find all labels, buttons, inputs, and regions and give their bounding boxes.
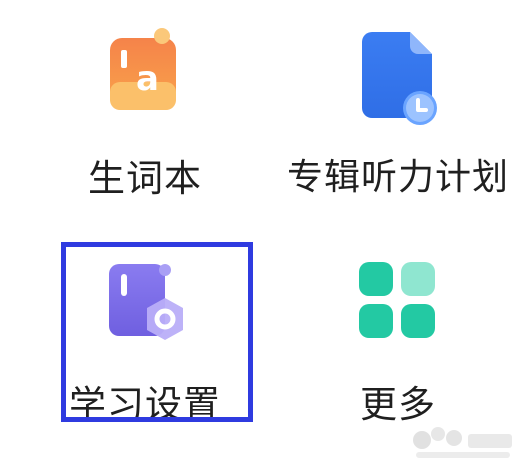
watermark-logo <box>413 427 512 458</box>
album-listening-plan-tile[interactable]: 专辑听力计划 <box>278 20 518 220</box>
vocabulary-book-tile[interactable]: a 生词本 <box>25 20 265 220</box>
vocabulary-book-label: 生词本 <box>88 157 202 200</box>
more-tile[interactable]: 更多 <box>278 240 518 440</box>
study-settings-tile[interactable]: 学习设置 <box>25 240 265 440</box>
study-settings-label: 学习设置 <box>69 383 221 426</box>
svg-text:a: a <box>136 59 159 99</box>
album-listening-plan-label: 专辑听力计划 <box>286 157 509 198</box>
study-settings-icon <box>109 264 183 340</box>
vocabulary-book-icon: a <box>110 28 176 110</box>
album-listening-plan-icon <box>362 32 437 125</box>
more-grid-icon <box>359 262 435 338</box>
more-label: 更多 <box>360 383 436 426</box>
